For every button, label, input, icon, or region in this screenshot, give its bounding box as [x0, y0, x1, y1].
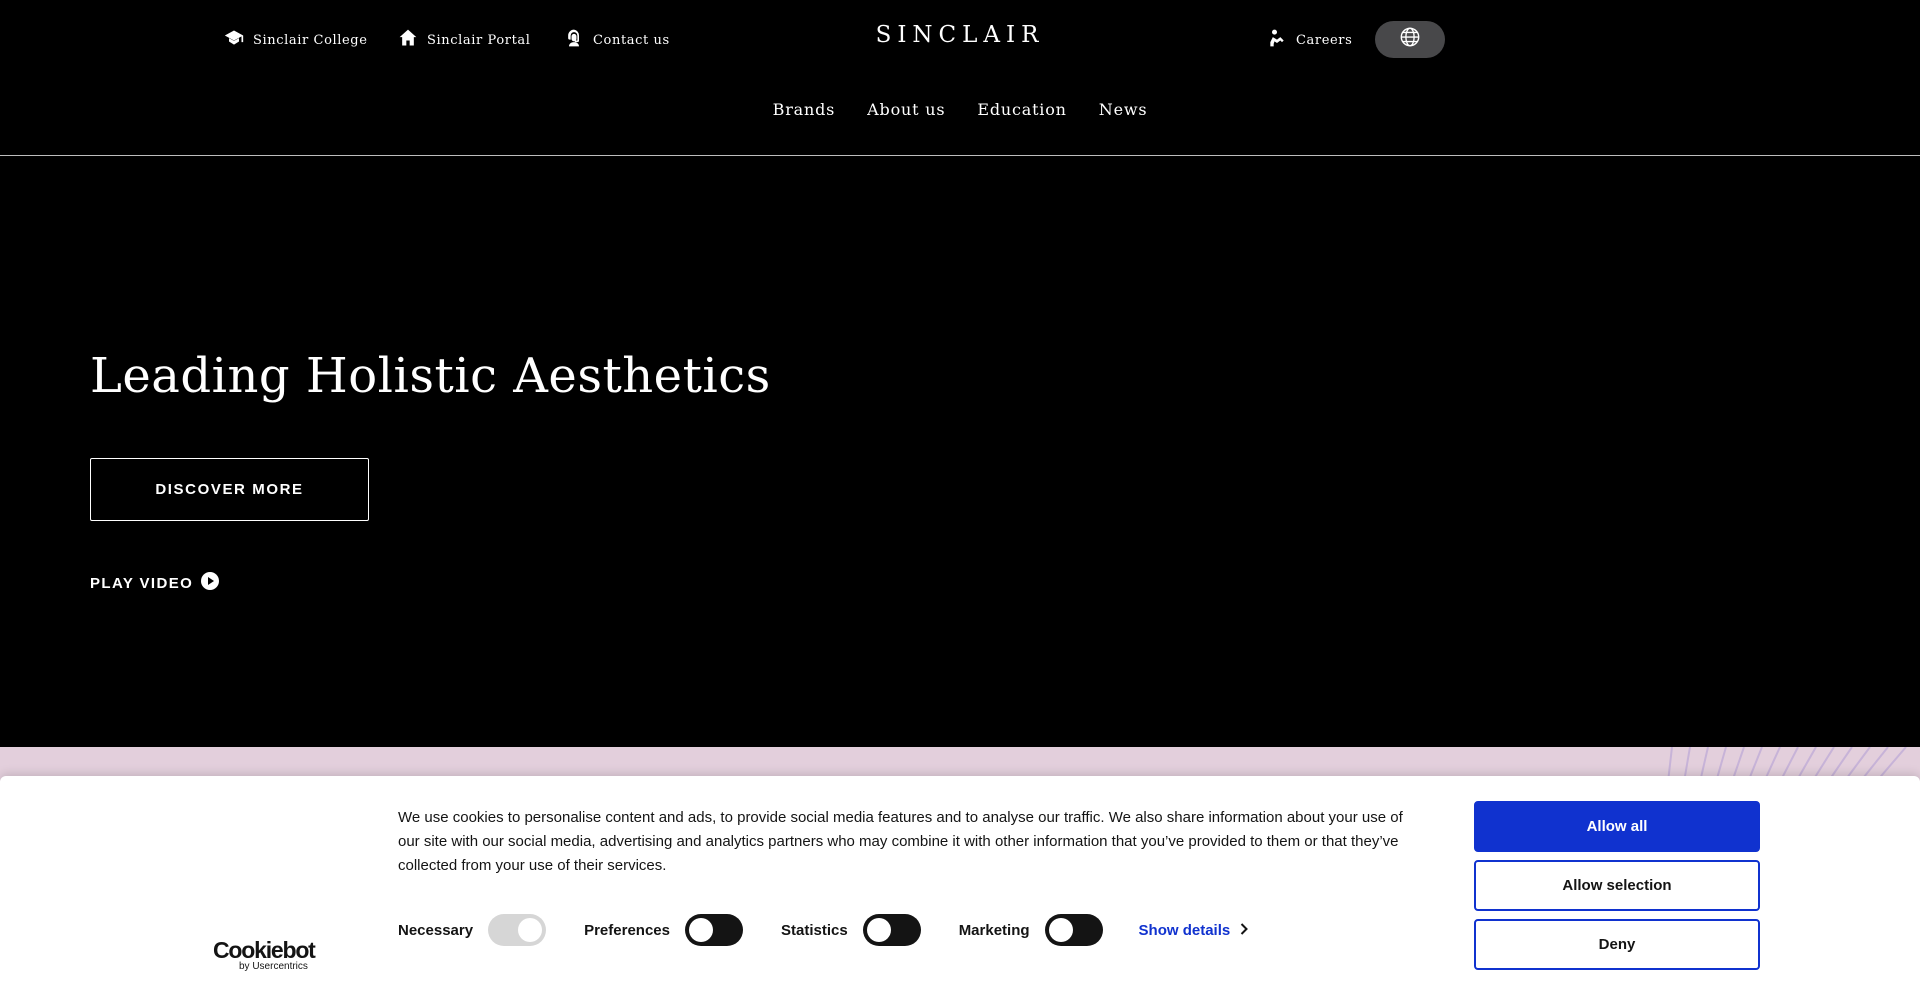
contact-us-label: Contact us	[593, 32, 670, 48]
contact-us-link[interactable]: Contact us	[564, 28, 670, 52]
statistics-label: Statistics	[780, 921, 848, 939]
graduation-cap-icon	[224, 28, 244, 52]
allow-all-button[interactable]: Allow all	[1474, 801, 1760, 852]
cookiebot-logo-text: Cookiebot	[213, 937, 316, 963]
preferences-label: Preferences	[584, 921, 670, 939]
chevron-right-icon	[1240, 922, 1249, 939]
statistics-toggle[interactable]	[862, 914, 921, 946]
deny-button[interactable]: Deny	[1474, 919, 1760, 970]
show-details-label: Show details	[1138, 921, 1231, 939]
main-navigation: Brands About us Education News	[0, 100, 1920, 119]
cookie-description: We use cookies to personalise content an…	[398, 809, 1403, 874]
allow-selection-button[interactable]: Allow selection	[1474, 860, 1760, 911]
cookie-consent-banner: Cookiebot by Usercentrics We use cookies…	[0, 776, 1920, 993]
hero-title: Leading Holistic Aesthetics	[90, 348, 771, 404]
home-icon	[398, 28, 418, 52]
necessary-toggle	[488, 914, 547, 946]
sinclair-portal-link[interactable]: Sinclair Portal	[398, 28, 531, 52]
site-header: Sinclair College Sinclair Portal Contact…	[0, 0, 1920, 156]
support-agent-icon	[564, 28, 584, 52]
necessary-label: Necessary	[398, 921, 474, 939]
nav-news[interactable]: News	[1083, 100, 1164, 119]
hero-section: Leading Holistic Aesthetics DISCOVER MOR…	[0, 156, 1920, 747]
sinclair-portal-label: Sinclair Portal	[427, 32, 531, 48]
cookiebot-logo-sub: by Usercentrics	[239, 961, 308, 972]
nav-brands[interactable]: Brands	[757, 100, 852, 119]
nav-about-us[interactable]: About us	[851, 100, 961, 119]
consent-toggles: Necessary Preferences Statistics Marketi…	[398, 914, 1249, 946]
sinclair-college-label: Sinclair College	[253, 32, 368, 48]
play-video-label: PLAY VIDEO	[90, 574, 194, 592]
preferences-toggle[interactable]	[684, 914, 743, 946]
language-selector-button[interactable]	[1375, 21, 1445, 58]
play-circle-icon	[200, 571, 220, 595]
show-details-link[interactable]: Show details	[1139, 922, 1249, 939]
careers-icon	[1267, 28, 1287, 52]
cookiebot-logo: Cookiebot by Usercentrics	[213, 937, 316, 973]
marketing-toggle[interactable]	[1044, 914, 1103, 946]
play-video-button[interactable]: PLAY VIDEO	[90, 571, 220, 595]
nav-education[interactable]: Education	[961, 100, 1082, 119]
sinclair-college-link[interactable]: Sinclair College	[224, 28, 368, 52]
sinclair-logo[interactable]: SINCLAIR	[865, 22, 1055, 48]
discover-more-button[interactable]: DISCOVER MORE	[90, 458, 369, 521]
marketing-label: Marketing	[958, 921, 1030, 939]
globe-icon	[1399, 26, 1421, 53]
careers-label: Careers	[1296, 32, 1353, 48]
careers-link[interactable]: Careers	[1267, 28, 1352, 52]
